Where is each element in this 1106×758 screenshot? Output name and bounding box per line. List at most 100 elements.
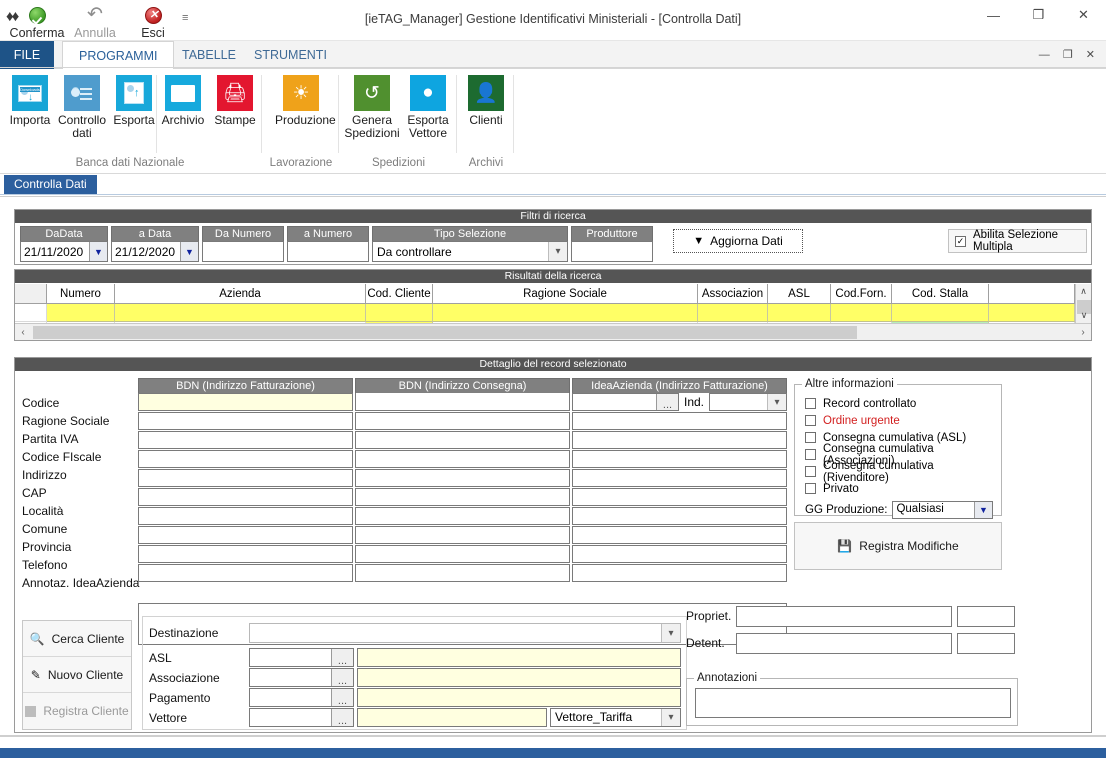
cerca-cliente-button[interactable]: 🔍 Cerca Cliente: [23, 621, 131, 657]
pagamento-code-input[interactable]: [250, 689, 331, 706]
a-data-dropdown-icon[interactable]: ▼: [180, 242, 198, 261]
tipo-selezione-chevron-down-icon[interactable]: ▾: [548, 242, 567, 261]
scroll-right-icon[interactable]: ›: [1075, 327, 1091, 338]
window-minimize-button[interactable]: —: [971, 0, 1016, 30]
field-bdn-cons-codice[interactable]: [355, 393, 570, 411]
field-idea-partita-iva[interactable]: [572, 431, 787, 449]
grid-col-associazion[interactable]: Associazion: [698, 284, 768, 304]
results-horizontal-scrollbar[interactable]: ‹ ›: [15, 323, 1091, 340]
field-idea-indirizzo[interactable]: [572, 469, 787, 487]
ribbon-button-controllo-dati[interactable]: Controllo dati: [56, 75, 108, 140]
ribbon-button-importa[interactable]: Downloads ↓ Importa: [4, 75, 56, 140]
grid-col-asl[interactable]: ASL: [768, 284, 831, 304]
field-idea-comune[interactable]: [572, 526, 787, 544]
checkbox-record-controllato[interactable]: Record controllato: [805, 395, 993, 412]
cell-cod-cliente[interactable]: [366, 304, 433, 322]
grid-col-cod-stalla[interactable]: Cod. Stalla: [892, 284, 989, 304]
field-ideaazienda-ind-combo[interactable]: ▾: [709, 393, 787, 411]
cell-asl[interactable]: [768, 304, 831, 322]
associazione-code-input[interactable]: [250, 669, 331, 686]
scroll-down-icon[interactable]: ∨: [1076, 308, 1092, 323]
field-bdn-fatt-cap[interactable]: [138, 488, 353, 506]
pagamento-value-input[interactable]: [357, 688, 681, 707]
ribbon-tab-file[interactable]: FILE: [0, 41, 54, 69]
asl-value-input[interactable]: [357, 648, 681, 667]
asl-code-input[interactable]: [250, 649, 331, 666]
destinazione-input[interactable]: [250, 624, 661, 642]
detentore-input[interactable]: [736, 632, 952, 654]
ribbon-tab-strumenti[interactable]: STRUMENTI: [238, 41, 343, 69]
cell-cod-forn[interactable]: [831, 304, 892, 322]
cell-associazion[interactable]: [698, 304, 768, 322]
field-bdn-fatt-provincia[interactable]: [138, 545, 353, 563]
cell-numero[interactable]: [47, 304, 115, 322]
field-bdn-fatt-localita[interactable]: [138, 507, 353, 525]
field-bdn-cons-telefono[interactable]: [355, 564, 570, 582]
field-bdn-fatt-ragione-sociale[interactable]: [138, 412, 353, 430]
grid-col-cod-forn[interactable]: Cod.Forn.: [831, 284, 892, 304]
proprietario-extra-input[interactable]: [957, 605, 1015, 627]
grid-col-ragione-sociale[interactable]: Ragione Sociale: [433, 284, 698, 304]
ribbon-button-clienti[interactable]: 👤 Clienti: [460, 75, 512, 127]
grid-col-numero[interactable]: Numero: [47, 284, 115, 304]
checkbox-ordine-urgente[interactable]: Ordine urgente: [805, 412, 993, 429]
ribbon-tab-programmi[interactable]: PROGRAMMI: [62, 41, 175, 70]
pagamento-ellipsis-button[interactable]: ...: [331, 689, 353, 707]
field-bdn-fatt-comune[interactable]: [138, 526, 353, 544]
filter-da-numero-input[interactable]: [202, 241, 284, 262]
vettore-ellipsis-button[interactable]: ...: [331, 709, 353, 727]
field-bdn-cons-comune[interactable]: [355, 526, 570, 544]
field-idea-cap[interactable]: [572, 488, 787, 506]
hscroll-track[interactable]: [31, 325, 1075, 339]
field-bdn-fatt-codice[interactable]: [138, 393, 353, 411]
field-bdn-cons-localita[interactable]: [355, 507, 570, 525]
scroll-up-icon[interactable]: ∧: [1076, 284, 1091, 299]
field-ideaazienda-codice[interactable]: ...: [572, 393, 679, 411]
field-idea-telefono[interactable]: [572, 564, 787, 582]
window-maximize-button[interactable]: ❒: [1016, 0, 1061, 30]
ribbon-button-esporta-vettore[interactable]: ● Esporta Vettore: [400, 75, 456, 140]
vettore-code-input[interactable]: [250, 709, 331, 726]
results-vertical-scrollbar[interactable]: ∧ ∨: [1075, 284, 1091, 323]
gg-produzione-value[interactable]: Qualsiasi: [893, 502, 974, 518]
field-idea-ragione-sociale[interactable]: [572, 412, 787, 430]
grid-col-cod-cliente[interactable]: Cod. Cliente: [366, 284, 433, 304]
ribbon-button-genera-spedizioni[interactable]: ↺ Genera Spedizioni: [344, 75, 400, 140]
checkbox-consegna-rivenditore[interactable]: Consegna cumulativa (Rivenditore): [805, 460, 993, 484]
abilita-selezione-multipla-checkbox[interactable]: ✓ Abilita Selezione Multipla: [948, 229, 1087, 253]
ribbon-button-stampe[interactable]: 🖨 Stampe: [209, 75, 261, 127]
cell-azienda[interactable]: [115, 304, 366, 322]
field-bdn-fatt-telefono[interactable]: [138, 564, 353, 582]
document-tab-controlla-dati[interactable]: Controlla Dati: [4, 175, 97, 194]
ribbon-button-archivio[interactable]: Archivio: [157, 75, 209, 127]
field-idea-provincia[interactable]: [572, 545, 787, 563]
scroll-left-icon[interactable]: ‹: [15, 327, 31, 338]
registra-cliente-button[interactable]: Registra Cliente: [23, 693, 131, 729]
gg-produzione-dropdown-icon[interactable]: ▼: [974, 502, 992, 518]
field-idea-localita[interactable]: [572, 507, 787, 525]
grid-col-azienda[interactable]: Azienda: [115, 284, 366, 304]
ribbon-button-esporta[interactable]: ↑ Esporta: [108, 75, 160, 140]
vettore-tariffa-chevron-down-icon[interactable]: ▾: [661, 709, 680, 726]
filter-tipo-selezione-value[interactable]: Da controllare: [373, 242, 548, 261]
field-bdn-cons-provincia[interactable]: [355, 545, 570, 563]
ribbon-button-produzione[interactable]: ☀ Produzione: [275, 75, 336, 127]
registra-modifiche-button[interactable]: 💾 Registra Modifiche: [794, 522, 1002, 570]
field-bdn-cons-indirizzo[interactable]: [355, 469, 570, 487]
ideaazienda-ellipsis-button[interactable]: ...: [656, 394, 678, 411]
filter-da-data-input[interactable]: 21/11/2020: [21, 242, 89, 261]
row-selector-cell[interactable]: [15, 304, 47, 322]
results-grid[interactable]: Numero Azienda Cod. Cliente Ragione Soci…: [15, 284, 1075, 323]
vettore-tariffa-combo-value[interactable]: Vettore_Tariffa: [551, 709, 661, 726]
vettore-value-input[interactable]: [357, 708, 547, 727]
nuovo-cliente-button[interactable]: ✎ Nuovo Cliente: [23, 657, 131, 693]
destinazione-chevron-down-icon[interactable]: ▾: [661, 624, 680, 642]
field-bdn-cons-ragione-sociale[interactable]: [355, 412, 570, 430]
field-bdn-cons-partita-iva[interactable]: [355, 431, 570, 449]
hscroll-thumb[interactable]: [33, 325, 857, 339]
cell-ragione-sociale[interactable]: [433, 304, 698, 322]
associazione-value-input[interactable]: [357, 668, 681, 687]
filter-a-data-input[interactable]: 21/12/2020: [112, 242, 180, 261]
field-bdn-cons-cap[interactable]: [355, 488, 570, 506]
window-close-button[interactable]: ✕: [1061, 0, 1106, 30]
